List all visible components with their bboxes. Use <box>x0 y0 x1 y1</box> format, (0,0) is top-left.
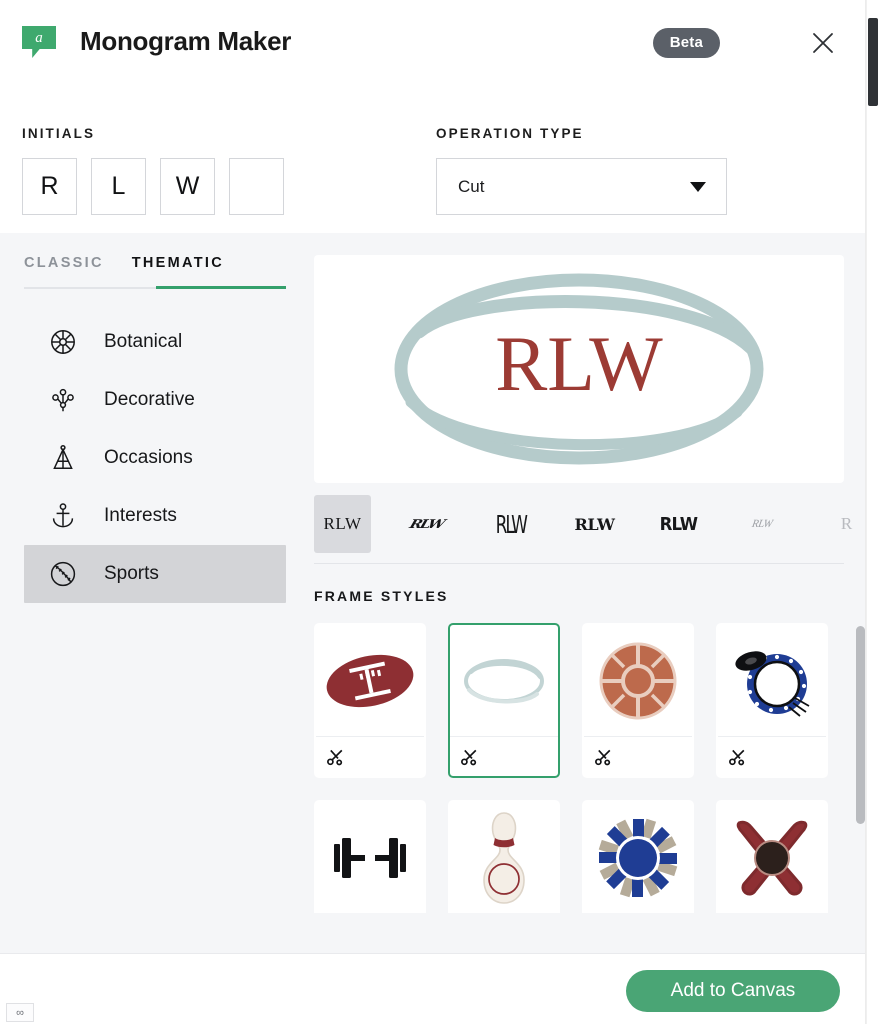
dialog-footer: Add to Canvas <box>0 953 866 1024</box>
strip-divider <box>314 563 844 564</box>
crossed-bats-icon <box>718 802 826 913</box>
operation-type-select[interactable]: Cut <box>436 158 727 215</box>
close-icon[interactable] <box>802 22 844 64</box>
category-list: Botanical Decorative Occasions Interests… <box>0 313 310 603</box>
frame-card-crossed-bats-frame[interactable] <box>716 800 828 913</box>
operation-type-group: OPERATION TYPE Cut <box>436 126 727 215</box>
status-badge: Beta <box>652 28 720 58</box>
tab-spacer <box>104 255 132 287</box>
sidebar-item-decorative[interactable]: Decorative <box>24 371 286 429</box>
font-style-slab-bold[interactable]: RLW <box>566 495 623 553</box>
font-style-condensed-black[interactable]: RLW <box>650 495 707 553</box>
font-style-serif-roman[interactable]: RLW <box>314 495 371 553</box>
page-scrollbar-thumb[interactable] <box>868 18 878 106</box>
initials-group: INITIALS R L W <box>22 126 284 215</box>
initials-row: R L W <box>22 158 284 215</box>
bowling-pin-icon <box>450 802 558 913</box>
scissors-icon <box>450 736 558 776</box>
page-scrollbar-track[interactable] <box>866 0 880 1024</box>
monogram-text: RLW <box>495 320 663 407</box>
sidebar-item-label: Interests <box>104 505 177 526</box>
page-title: Monogram Maker <box>80 26 292 56</box>
avery-logo-icon: a <box>22 26 58 64</box>
frame-card-hockey-puck-frame[interactable] <box>716 623 828 778</box>
monogram-preview[interactable]: RLW <box>314 255 844 483</box>
monogram-maker-dialog: a Monogram Maker Beta INITIALS R L W OPE… <box>0 0 880 1024</box>
sidebar-item-sports[interactable]: Sports <box>24 545 286 603</box>
frames-scrollbar-track[interactable] <box>856 623 865 913</box>
dialog-body: CLASSIC THEMATIC Botanical Decorative Oc… <box>0 233 880 953</box>
sidebar-item-botanical[interactable]: Botanical <box>24 313 286 371</box>
tab-thematic[interactable]: THEMATIC <box>132 255 224 287</box>
sidebar-item-label: Decorative <box>104 389 195 410</box>
flourish-icon <box>48 385 78 415</box>
sidebar: CLASSIC THEMATIC Botanical Decorative Oc… <box>0 233 310 953</box>
initials-label: INITIALS <box>22 126 96 141</box>
initial-input-2[interactable]: L <box>91 158 146 215</box>
dialog-header: a Monogram Maker Beta <box>0 0 866 105</box>
football-icon <box>316 625 424 736</box>
operation-type-value: Cut <box>458 176 485 196</box>
sidebar-item-interests[interactable]: Interests <box>24 487 286 545</box>
font-style-calligraphy[interactable]: RLW <box>734 495 791 553</box>
active-tab-indicator <box>156 286 286 289</box>
main-panel: RLW RLW RLW RLW RLW RLW RLW R FRAME STYL… <box>310 233 880 953</box>
frame-card-football-frame[interactable] <box>314 623 426 778</box>
monogram-preview-art: RLW <box>394 273 764 465</box>
frame-card-basketball-frame[interactable] <box>582 623 694 778</box>
font-style-strip[interactable]: RLW RLW RLW RLW RLW RLW R <box>314 495 880 553</box>
infinity-icon[interactable]: ∞ <box>6 1003 34 1022</box>
anchor-icon <box>48 501 78 531</box>
tab-classic[interactable]: CLASSIC <box>24 255 104 287</box>
initial-input-4[interactable] <box>229 158 284 215</box>
chevron-down-icon <box>690 181 706 192</box>
category-tabs: CLASSIC THEMATIC <box>24 255 286 289</box>
frame-card-starburst-frame[interactable] <box>582 800 694 913</box>
frame-styles-grid <box>314 623 852 913</box>
logo-letter: a <box>35 29 43 46</box>
font-style-script-brush[interactable]: RLW <box>398 495 455 553</box>
frame-styles-heading: FRAME STYLES <box>314 588 449 604</box>
flower-icon <box>48 327 78 357</box>
initial-input-3[interactable]: W <box>160 158 215 215</box>
sidebar-item-occasions[interactable]: Occasions <box>24 429 286 487</box>
form-bar: INITIALS R L W OPERATION TYPE Cut <box>0 105 866 233</box>
frame-card-dumbbell-frame[interactable] <box>314 800 426 913</box>
add-to-canvas-button[interactable]: Add to Canvas <box>626 970 840 1012</box>
initial-input-1[interactable]: R <box>22 158 77 215</box>
sidebar-item-label: Sports <box>104 563 159 584</box>
starburst-icon <box>584 802 692 913</box>
font-style-hand-drawn[interactable]: RLW <box>482 495 539 553</box>
frame-card-oval-sketch-frame[interactable] <box>448 623 560 778</box>
scissors-icon <box>718 736 826 776</box>
sidebar-item-label: Occasions <box>104 447 193 468</box>
operation-type-label: OPERATION TYPE <box>436 126 584 141</box>
party-hat-icon <box>48 443 78 473</box>
scissors-icon <box>584 736 692 776</box>
oval-sketch-icon <box>450 625 558 736</box>
scissors-icon <box>316 736 424 776</box>
hockey-puck-icon <box>718 625 826 736</box>
baseball-icon <box>48 559 78 589</box>
dumbbell-icon <box>316 802 424 913</box>
sidebar-item-label: Botanical <box>104 331 183 352</box>
frames-scrollbar-thumb[interactable] <box>856 626 865 824</box>
basketball-icon <box>584 625 692 736</box>
frame-card-bowling-pin-frame[interactable] <box>448 800 560 913</box>
